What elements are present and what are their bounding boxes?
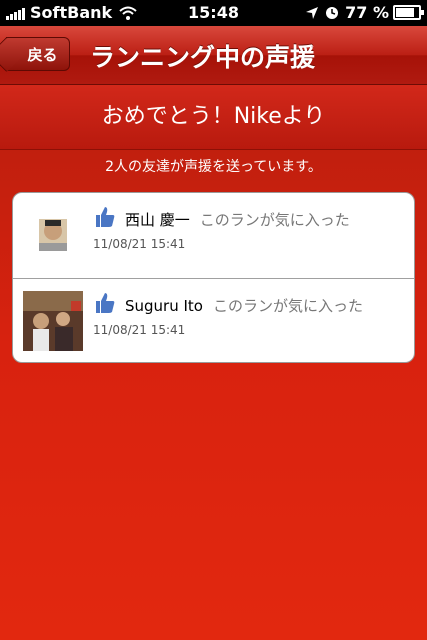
cheer-banner: おめでとう！Nikeより (0, 85, 427, 150)
page-title: ランニング中の声援 (90, 43, 316, 72)
status-bar: SoftBank 15:48 77 % (0, 0, 427, 26)
clock-icon (326, 6, 339, 19)
cheer-action: このランが気に入った (212, 297, 363, 315)
avatar (23, 205, 83, 265)
cheer-timestamp: 11/08/21 15:41 (93, 237, 186, 251)
like-thumb-icon (96, 293, 115, 313)
cheer-row[interactable]: 西山 慶一 このランが気に入った 11/08/21 15:41 (13, 193, 414, 279)
battery-icon (393, 5, 424, 20)
cheer-text: 西山 慶一 このランが気に入った (125, 209, 350, 230)
friend-name: Suguru Ito (125, 297, 203, 315)
cheer-list: 西山 慶一 このランが気に入った 11/08/21 15:41 Suguru It… (12, 192, 415, 363)
navigation-bar: 戻る ランニング中の声援 (0, 26, 427, 85)
cheer-text: Suguru Ito このランが気に入った (125, 295, 363, 316)
cheer-action: このランが気に入った (199, 211, 350, 229)
back-button-label: 戻る (27, 45, 58, 64)
status-indicators: 77 % (305, 3, 424, 22)
like-thumb-icon (96, 207, 115, 227)
cheer-count-text: 2人の友達が声援を送っています。 (105, 159, 322, 175)
friend-name: 西山 慶一 (125, 211, 190, 229)
avatar (23, 291, 83, 351)
cheer-row[interactable]: Suguru Ito このランが気に入った 11/08/21 15:41 (13, 279, 414, 362)
cheer-timestamp: 11/08/21 15:41 (93, 323, 186, 337)
battery-percentage: 77 % (345, 3, 389, 22)
location-arrow-icon (306, 6, 319, 19)
back-button[interactable]: 戻る (6, 37, 70, 71)
